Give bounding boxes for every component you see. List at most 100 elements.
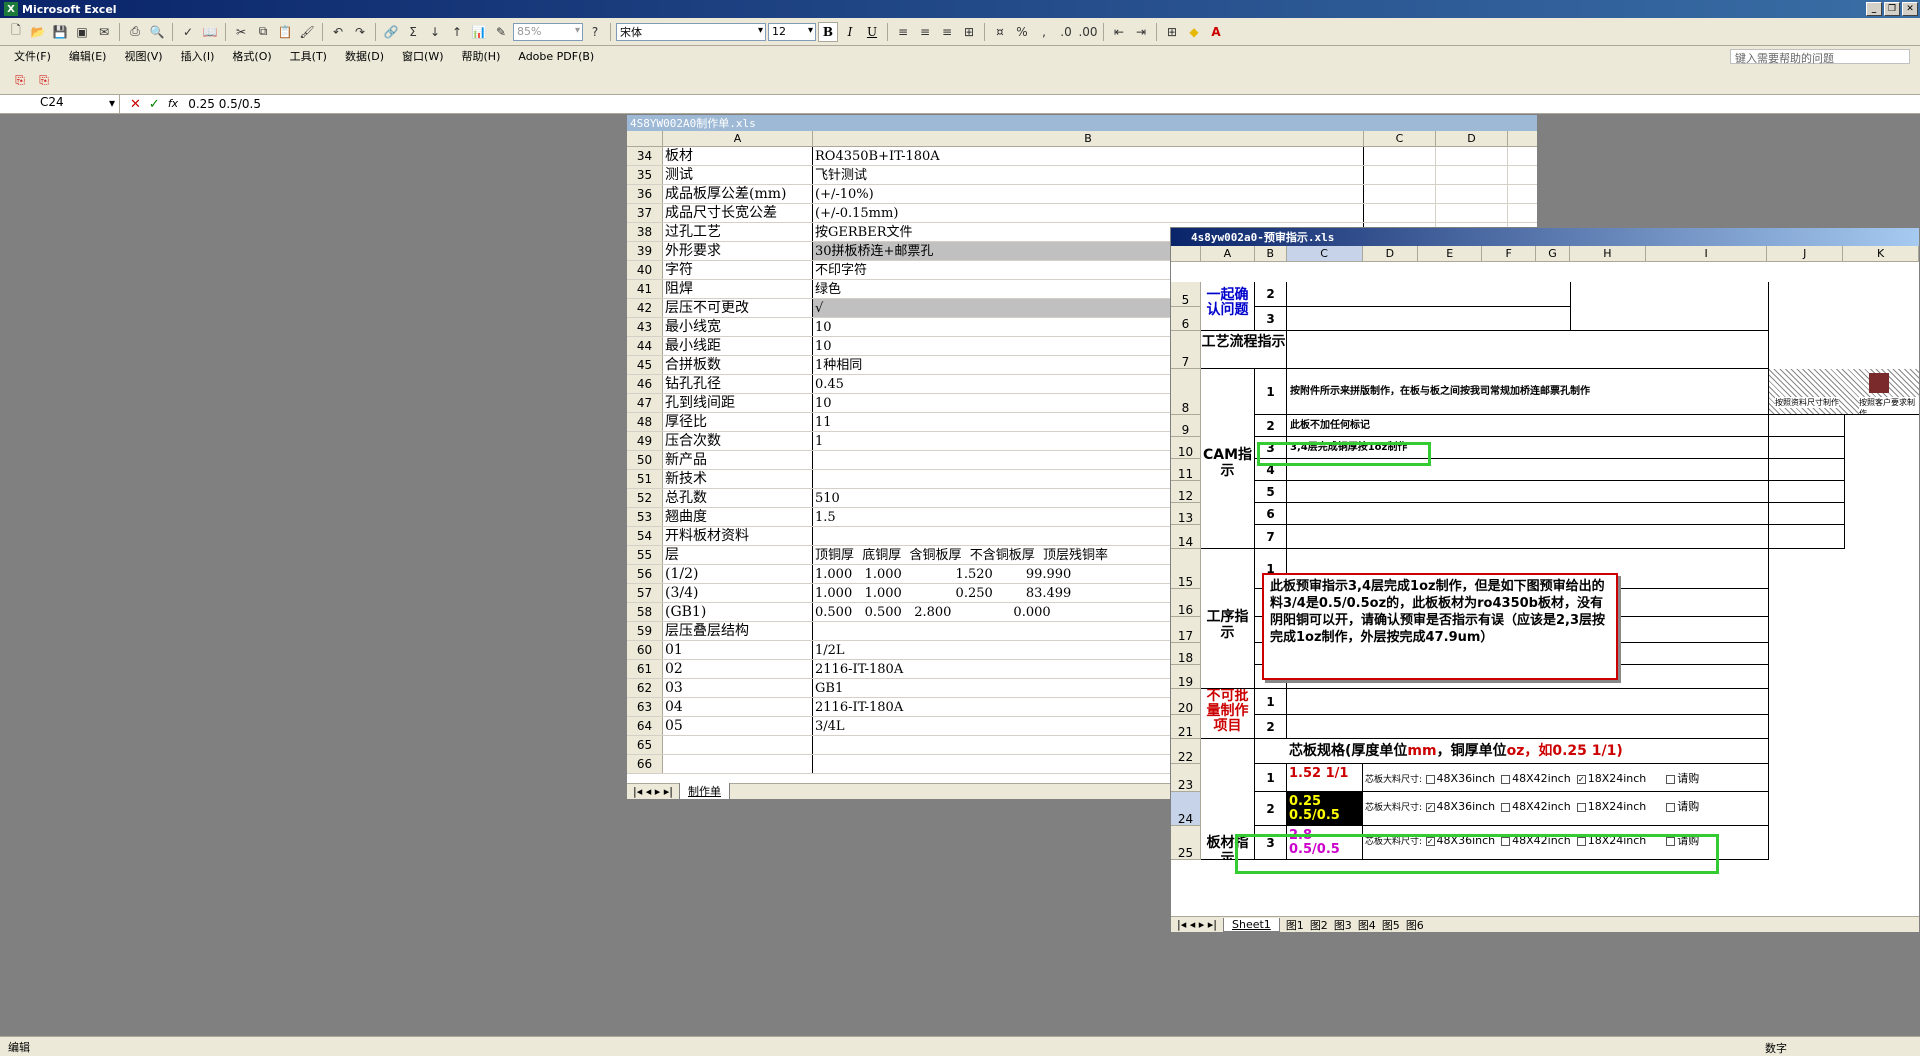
sheet-tab-fig3[interactable]: 图3 [1334, 917, 1352, 933]
column-h[interactable]: H [1570, 246, 1646, 261]
row-header[interactable]: 42 [627, 299, 663, 317]
copy-icon[interactable]: ⧉ [253, 22, 273, 42]
cell-a[interactable]: 最小线宽 [663, 318, 813, 336]
checkbox-icon[interactable] [1576, 802, 1586, 812]
row-header[interactable]: 38 [627, 223, 663, 241]
cell-a[interactable]: 总孔数 [663, 489, 813, 507]
cell-a[interactable]: 新产品 [663, 451, 813, 469]
row-header[interactable]: 16 [1171, 589, 1201, 617]
cell-a[interactable]: 最小线距 [663, 337, 813, 355]
tab-nav-icon[interactable]: |◂ ◂ ▸ ▸| [1177, 918, 1217, 931]
row-header[interactable]: 53 [627, 508, 663, 526]
cell-a[interactable]: 压合次数 [663, 432, 813, 450]
row-header[interactable]: 58 [627, 603, 663, 621]
paste-icon[interactable]: 📋 [275, 22, 295, 42]
size-option[interactable]: 请购 [1666, 800, 1699, 813]
zoom-combo[interactable]: 85% [513, 22, 583, 41]
core-spec-cell[interactable]: 1.52 1/1 [1287, 764, 1363, 792]
row-header[interactable]: 44 [627, 337, 663, 355]
cell-d[interactable] [1436, 185, 1508, 203]
core-spec-cell[interactable]: 0.25 0.5/0.5 [1287, 792, 1363, 826]
row-header[interactable]: 10 [1171, 437, 1201, 459]
row-header[interactable]: 34 [627, 147, 663, 165]
attachment-image[interactable]: 按照资料尺寸制作 按照客户要求制作 [1769, 369, 1919, 415]
row-header[interactable]: 13 [1171, 503, 1201, 525]
hyperlink-icon[interactable]: 🔗 [381, 22, 401, 42]
cell-a[interactable]: (1/2) [663, 565, 813, 583]
restore-button[interactable]: ❐ [1884, 2, 1900, 16]
name-box[interactable]: C24 [0, 95, 120, 113]
menu-file[interactable]: 文件(F) [14, 48, 51, 64]
function-icon[interactable]: fx [168, 97, 178, 112]
cell-a[interactable]: 测试 [663, 166, 813, 184]
checkbox-icon[interactable]: ✓ [1425, 802, 1435, 812]
confirm-cell[interactable] [1571, 282, 1769, 331]
column-c[interactable]: C [1364, 131, 1436, 146]
cell-b[interactable]: 飞针测试 [813, 166, 1364, 184]
row-header[interactable]: 45 [627, 356, 663, 374]
row-header[interactable]: 24 [1171, 792, 1201, 826]
row-header[interactable]: 48 [627, 413, 663, 431]
print-icon[interactable]: ⎙ [125, 22, 145, 42]
align-left-icon[interactable]: ≡ [893, 22, 913, 42]
row-header[interactable]: 49 [627, 432, 663, 450]
menu-tools[interactable]: 工具(T) [290, 48, 327, 64]
column-c[interactable]: C [1286, 246, 1363, 261]
research-icon[interactable]: 📖 [200, 22, 220, 42]
row-header[interactable]: 21 [1171, 715, 1201, 739]
cell-c[interactable] [1364, 166, 1436, 184]
cam-item-text[interactable]: 此板不加任何标记 [1287, 415, 1769, 437]
row-header[interactable]: 23 [1171, 764, 1201, 792]
cell-a[interactable]: 04 [663, 698, 813, 716]
size-option[interactable]: 请购 [1666, 772, 1699, 785]
borders-icon[interactable]: ⊞ [1162, 22, 1182, 42]
cell-a[interactable]: 板材 [663, 147, 813, 165]
row-header[interactable]: 5 [1171, 282, 1201, 307]
row-header[interactable]: 7 [1171, 331, 1201, 369]
row-header[interactable]: 62 [627, 679, 663, 697]
cell-a[interactable]: 层压不可更改 [663, 299, 813, 317]
row-header[interactable]: 19 [1171, 665, 1201, 689]
column-k[interactable]: K [1843, 246, 1919, 261]
row-header[interactable]: 17 [1171, 617, 1201, 643]
column-j[interactable]: J [1767, 246, 1844, 261]
align-center-icon[interactable]: ≡ [915, 22, 935, 42]
cell-a[interactable]: 01 [663, 641, 813, 659]
cell-c[interactable] [1364, 185, 1436, 203]
cell-a[interactable]: (GB1) [663, 603, 813, 621]
cut-icon[interactable]: ✂ [231, 22, 251, 42]
grid-cell[interactable] [1769, 437, 1845, 459]
cell-b[interactable]: (+/-10%) [813, 185, 1364, 203]
cam-item-text[interactable] [1287, 503, 1769, 525]
confirm-cell[interactable] [1287, 307, 1571, 331]
menu-insert[interactable]: 插入(I) [181, 48, 215, 64]
cell-a[interactable]: 成品尺寸长宽公差 [663, 204, 813, 222]
row-header[interactable]: 40 [627, 261, 663, 279]
column-a[interactable]: A [1201, 246, 1255, 261]
format-painter-icon[interactable]: 🖌 [297, 22, 317, 42]
row-header[interactable]: 22 [1171, 739, 1201, 764]
checkbox-icon[interactable] [1501, 774, 1511, 784]
confirm-cell[interactable] [1287, 282, 1571, 307]
cell-a[interactable] [663, 755, 813, 773]
cell-c[interactable] [1364, 147, 1436, 165]
row-header[interactable]: 57 [627, 584, 663, 602]
currency-icon[interactable]: ¤ [990, 22, 1010, 42]
fill-color-icon[interactable]: ◆ [1184, 22, 1204, 42]
sheet-tab-sheet1[interactable]: Sheet1 [1223, 917, 1280, 932]
autosum-icon[interactable]: Σ [403, 22, 423, 42]
menu-data[interactable]: 数据(D) [345, 48, 384, 64]
menu-help[interactable]: 帮助(H) [462, 48, 501, 64]
column-e[interactable]: E [1418, 246, 1483, 261]
comma-icon[interactable]: , [1034, 22, 1054, 42]
cell-a[interactable]: 厚径比 [663, 413, 813, 431]
increase-decimal-icon[interactable]: .0 [1056, 22, 1076, 42]
row-header[interactable]: 60 [627, 641, 663, 659]
spelling-icon[interactable]: ✓ [178, 22, 198, 42]
bold-button[interactable]: B [818, 21, 838, 42]
grid-cell[interactable] [1769, 525, 1845, 549]
minimize-button[interactable]: _ [1866, 2, 1882, 16]
column-b[interactable]: B [813, 131, 1364, 146]
percent-icon[interactable]: % [1012, 22, 1032, 42]
decrease-indent-icon[interactable]: ⇤ [1109, 22, 1129, 42]
